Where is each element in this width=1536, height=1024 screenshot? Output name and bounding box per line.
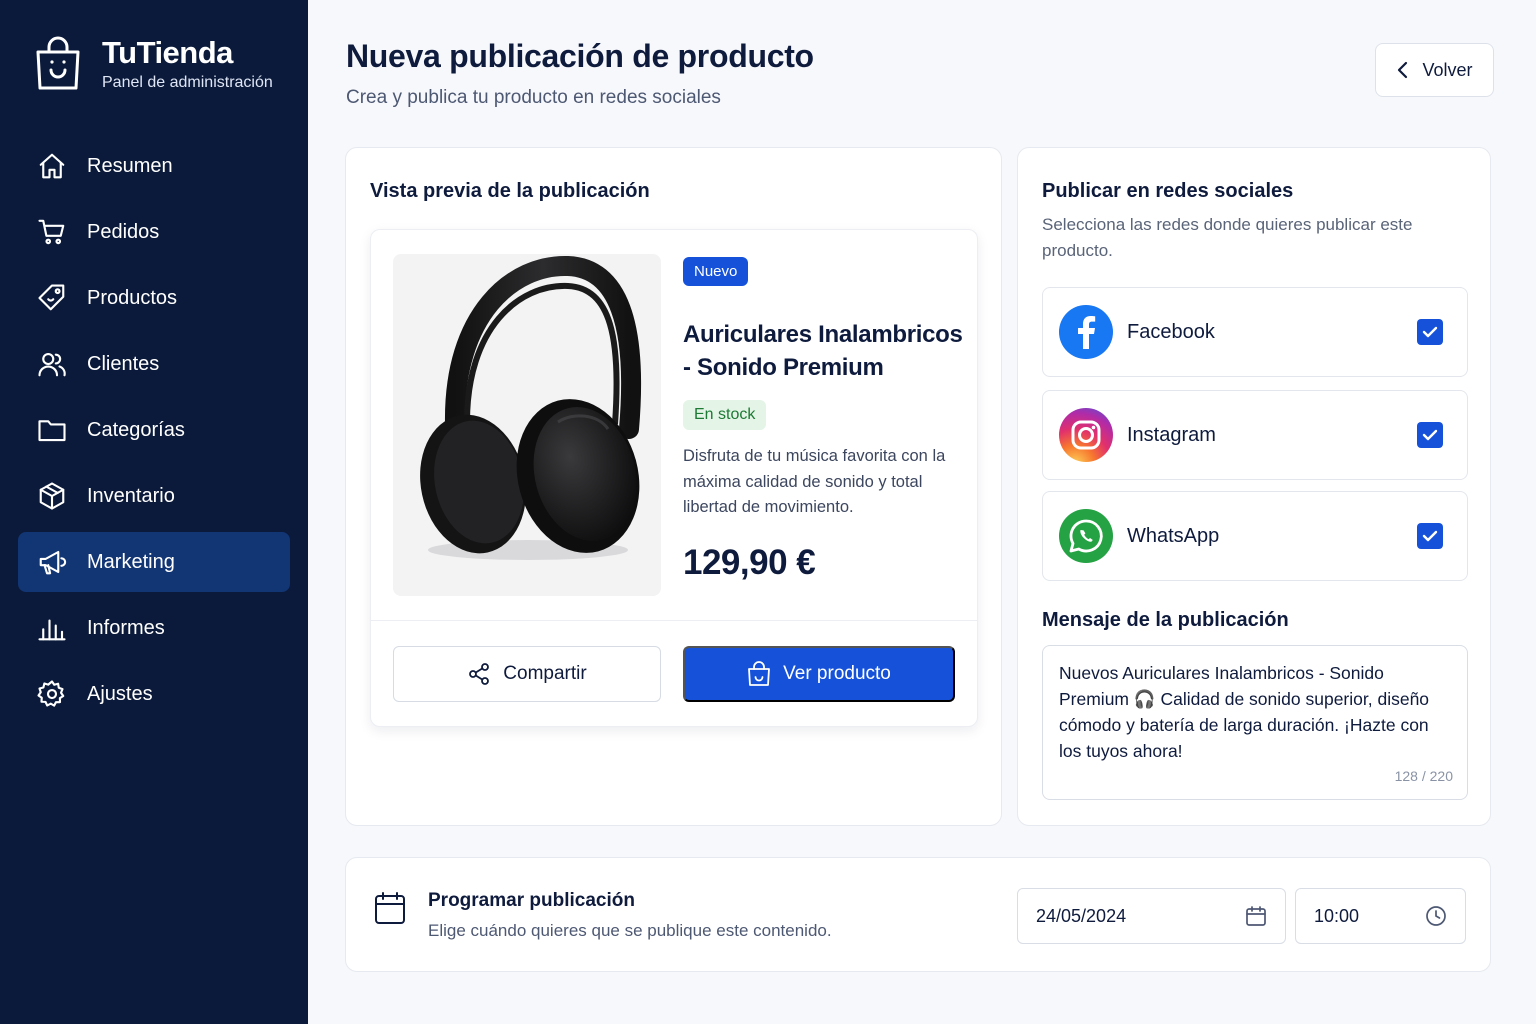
- product-price: 129,90 €: [683, 543, 816, 582]
- product-name: Auriculares Inalambricos - Sonido Premiu…: [683, 321, 963, 381]
- time-input[interactable]: 10:00: [1295, 888, 1466, 944]
- social-title: Publicar en redes sociales: [1042, 180, 1294, 202]
- network-label: Instagram: [1127, 423, 1216, 446]
- sidebar-item-label: Marketing: [87, 550, 175, 573]
- sidebar-item-productos[interactable]: Productos: [18, 268, 290, 328]
- date-value: 24/05/2024: [1036, 905, 1127, 926]
- message-title: Mensaje de la publicación: [1042, 609, 1289, 631]
- stock-badge: En stock: [683, 400, 767, 430]
- share-button[interactable]: Compartir: [393, 646, 661, 702]
- back-button[interactable]: Volver: [1375, 43, 1494, 97]
- new-badge: Nuevo: [683, 257, 749, 286]
- page-title: Nueva publicación de producto: [346, 38, 814, 74]
- brand-name: TuTienda: [102, 35, 233, 70]
- calendar-icon: [1246, 906, 1266, 926]
- sidebar-item-label: Categorías: [87, 418, 185, 441]
- character-count: 128 / 220: [1394, 768, 1453, 784]
- clock-icon: [1426, 906, 1446, 926]
- facebook-icon: [1059, 305, 1113, 359]
- network-label: WhatsApp: [1127, 524, 1220, 547]
- product-description: Disfruta de tu música favorita con la má…: [683, 447, 946, 516]
- bar-chart-icon: [36, 612, 68, 644]
- date-input[interactable]: 24/05/2024: [1017, 888, 1286, 944]
- preview-card: Vista previa de la publicación Nuevo Aur…: [345, 147, 1002, 826]
- sidebar-item-label: Ajustes: [87, 682, 153, 705]
- sidebar-item-label: Inventario: [87, 484, 175, 507]
- sidebar-item-label: Clientes: [87, 352, 160, 375]
- cart-icon: [36, 216, 68, 248]
- box-icon: [36, 480, 68, 512]
- brand-subtitle: Panel de administración: [102, 74, 273, 91]
- view-product-button[interactable]: Ver producto: [683, 646, 955, 702]
- sidebar-item-label: Informes: [87, 616, 165, 639]
- shopping-bag-logo-icon: [36, 36, 80, 90]
- checkbox-checked[interactable]: [1417, 523, 1443, 549]
- checkbox-checked[interactable]: [1417, 319, 1443, 345]
- sidebar-item-label: Resumen: [87, 154, 173, 177]
- sidebar-item-clientes[interactable]: Clientes: [18, 334, 290, 394]
- whatsapp-icon: [1059, 509, 1113, 563]
- tag-icon: [36, 282, 68, 314]
- home-icon: [36, 150, 68, 182]
- gear-icon: [36, 678, 68, 710]
- sidebar-item-marketing[interactable]: Marketing: [18, 532, 290, 592]
- sidebar-item-ajustes[interactable]: Ajustes: [18, 664, 290, 724]
- share-icon: [469, 663, 490, 685]
- sidebar-nav: Resumen Pedidos Productos Clientes Categ…: [18, 136, 290, 730]
- sidebar-item-inventario[interactable]: Inventario: [18, 466, 290, 526]
- megaphone-icon: [36, 546, 68, 578]
- sidebar: TuTienda Panel de administración Resumen…: [0, 0, 308, 1024]
- sidebar-item-categorias[interactable]: Categorías: [18, 400, 290, 460]
- divider: [371, 620, 977, 621]
- schedule-title: Programar publicación: [428, 890, 635, 911]
- sidebar-item-pedidos[interactable]: Pedidos: [18, 202, 290, 262]
- sidebar-item-label: Productos: [87, 286, 178, 309]
- share-button-label: Compartir: [503, 663, 587, 684]
- message-textarea[interactable]: Nuevos Auriculares Inalambricos - Sonido…: [1042, 645, 1468, 800]
- product-image: [393, 254, 661, 596]
- instagram-icon: [1059, 408, 1113, 462]
- calendar-icon: [375, 892, 405, 924]
- preview-title: Vista previa de la publicación: [370, 180, 650, 202]
- brand[interactable]: TuTienda Panel de administración: [34, 36, 273, 92]
- checkbox-checked[interactable]: [1417, 422, 1443, 448]
- sidebar-item-label: Pedidos: [87, 220, 160, 243]
- message-text: Nuevos Auriculares Inalambricos - Sonido…: [1059, 663, 1430, 761]
- shopping-bag-icon: [748, 661, 771, 686]
- network-label: Facebook: [1127, 320, 1215, 343]
- network-whatsapp[interactable]: WhatsApp: [1042, 491, 1468, 581]
- network-instagram[interactable]: Instagram: [1042, 390, 1468, 480]
- back-button-label: Volver: [1422, 59, 1473, 80]
- post-preview: Nuevo Auriculares Inalambricos - Sonido …: [370, 229, 978, 727]
- view-product-label: Ver producto: [783, 663, 891, 684]
- social-subtitle: Selecciona las redes donde quieres publi…: [1042, 215, 1413, 260]
- sidebar-item-informes[interactable]: Informes: [18, 598, 290, 658]
- time-value: 10:00: [1314, 905, 1360, 926]
- chevron-left-icon: [1398, 61, 1408, 79]
- page-subtitle: Crea y publica tu producto en redes soci…: [346, 87, 721, 108]
- schedule-card: Programar publicación Elige cuándo quier…: [345, 857, 1491, 972]
- users-icon: [36, 348, 68, 380]
- folder-icon: [36, 414, 68, 446]
- schedule-subtitle: Elige cuándo quieres que se publique est…: [428, 921, 832, 940]
- network-facebook[interactable]: Facebook: [1042, 287, 1468, 377]
- social-card: Publicar en redes sociales Selecciona la…: [1017, 147, 1491, 826]
- sidebar-item-resumen[interactable]: Resumen: [18, 136, 290, 196]
